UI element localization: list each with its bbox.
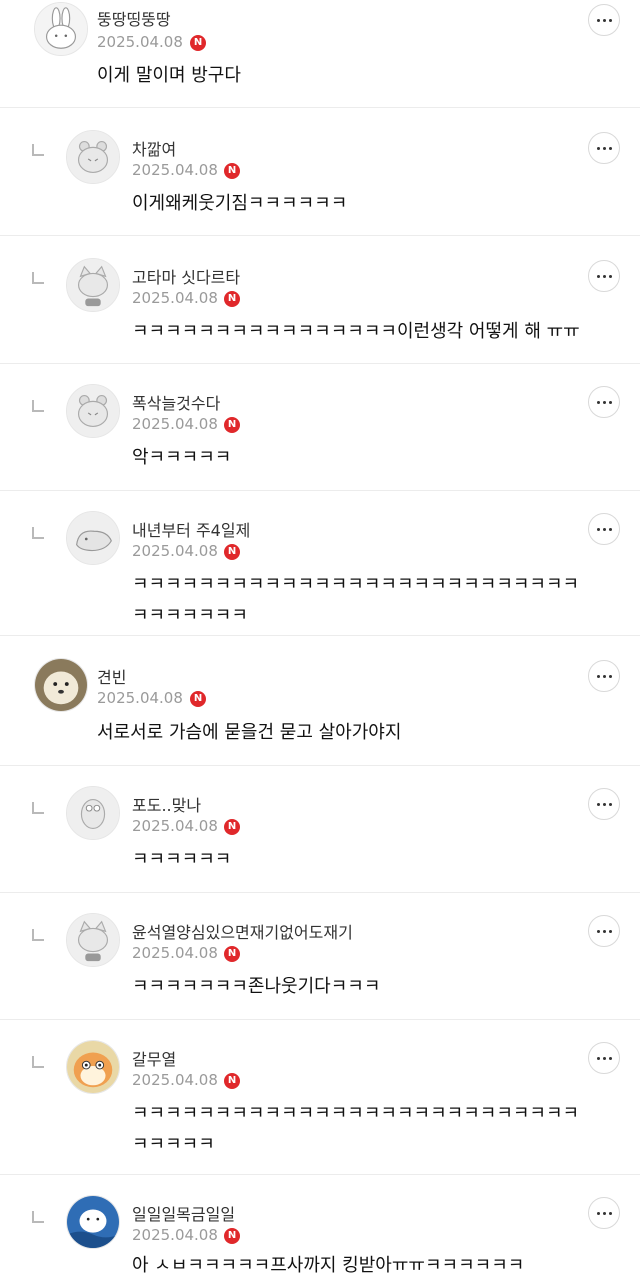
comment-nickname[interactable]: 견빈 — [97, 664, 126, 688]
more-options-button[interactable] — [588, 386, 620, 418]
dog-photo-avatar-icon[interactable] — [34, 658, 88, 712]
more-options-button[interactable] — [588, 260, 620, 292]
comment-text: 이게왜케웃기짐ㅋㅋㅋㅋㅋㅋ — [132, 193, 348, 214]
comment-date: 2025.04.08 — [132, 415, 218, 433]
comment-date: 2025.04.08 — [132, 161, 218, 179]
bunny-avatar-icon[interactable] — [34, 2, 88, 56]
comment-date: 2025.04.08 — [132, 542, 218, 560]
comment-nickname[interactable]: 포도..맞나 — [132, 792, 201, 816]
comment-nickname[interactable]: 폭삭늘것수다 — [132, 390, 220, 414]
default-cat-avatar-icon[interactable] — [66, 913, 120, 967]
comment-item: 차깖여 2025.04.08 N 이게왜케웃기짐ㅋㅋㅋㅋㅋㅋ — [0, 108, 640, 236]
comment-text: 서로서로 가슴에 묻을건 묻고 살아가야지 — [97, 722, 402, 743]
comment-nickname[interactable]: 윤석열양심있으면재기없어도재기 — [132, 919, 353, 943]
comment-text: ㅋㅋㅋㅋㅋㅋㅋ존나웃기다ㅋㅋㅋ — [132, 976, 381, 997]
comment-nickname[interactable]: 뚱땅띵뚱땅 — [97, 6, 171, 30]
more-options-button[interactable] — [588, 660, 620, 692]
reply-indicator-icon — [32, 272, 44, 284]
reply-indicator-icon — [32, 1056, 44, 1068]
comment-item: 갈무열 2025.04.08 N ㅋㅋㅋㅋㅋㅋㅋㅋㅋㅋㅋㅋㅋㅋㅋㅋㅋㅋㅋㅋㅋㅋㅋ… — [0, 1020, 640, 1175]
comment-nickname[interactable]: 갈무열 — [132, 1046, 176, 1070]
new-badge: N — [224, 291, 240, 307]
new-badge: N — [224, 544, 240, 560]
comment-text: 악ㅋㅋㅋㅋㅋ — [132, 447, 232, 468]
comment-text: ㅋㅋㅋㅋㅋㅋㅋㅋㅋㅋㅋㅋㅋㅋㅋㅋㅋㅋㅋㅋㅋㅋㅋㅋㅋㅋㅋㅋㅋㅋㅋㅋㅋㅋ — [132, 574, 580, 626]
reply-indicator-icon — [32, 400, 44, 412]
new-badge: N — [224, 819, 240, 835]
comment-item: 뚱땅띵뚱땅 2025.04.08 N 이게 말이며 방구다 — [0, 0, 640, 108]
new-badge: N — [224, 163, 240, 179]
reply-indicator-icon — [32, 802, 44, 814]
more-options-button[interactable] — [588, 915, 620, 947]
reply-indicator-icon — [32, 1211, 44, 1223]
comment-item: 일일일목금일일 2025.04.08 N 아 ㅅㅂㅋㅋㅋㅋㅋ프사까지 킹받아ㅠㅠ… — [0, 1175, 640, 1280]
comment-text: ㅋㅋㅋㅋㅋㅋㅋㅋㅋㅋㅋㅋㅋㅋㅋㅋㅋㅋㅋㅋㅋㅋㅋㅋㅋㅋㅋㅋㅋㅋㅋㅋ — [132, 1103, 580, 1155]
default-bear-avatar-icon[interactable] — [66, 384, 120, 438]
reply-indicator-icon — [32, 144, 44, 156]
reply-indicator-icon — [32, 527, 44, 539]
comment-text: 이게 말이며 방구다 — [97, 65, 241, 86]
comment-nickname[interactable]: 내년부터 주4일제 — [132, 517, 250, 541]
comment-item: 고타마 싯다르타 2025.04.08 N ㅋㅋㅋㅋㅋㅋㅋㅋㅋㅋㅋㅋㅋㅋㅋㅋ이런… — [0, 236, 640, 364]
default-bear-avatar-icon[interactable] — [66, 130, 120, 184]
comment-date: 2025.04.08 — [132, 944, 218, 962]
comment-item: 포도..맞나 2025.04.08 N ㅋㅋㅋㅋㅋㅋ — [0, 766, 640, 893]
new-badge: N — [224, 1073, 240, 1089]
default-seal-avatar-icon[interactable] — [66, 511, 120, 565]
comment-item: 견빈 2025.04.08 N 서로서로 가슴에 묻을건 묻고 살아가야지 — [0, 636, 640, 766]
more-options-button[interactable] — [588, 132, 620, 164]
comment-text: ㅋㅋㅋㅋㅋㅋ — [132, 849, 232, 870]
more-options-button[interactable] — [588, 1042, 620, 1074]
comment-nickname[interactable]: 차깖여 — [132, 136, 176, 160]
default-bird-avatar-icon[interactable] — [66, 786, 120, 840]
comment-item: 내년부터 주4일제 2025.04.08 N ㅋㅋㅋㅋㅋㅋㅋㅋㅋㅋㅋㅋㅋㅋㅋㅋㅋ… — [0, 491, 640, 636]
comment-date: 2025.04.08 — [97, 33, 183, 51]
comment-list: 뚱땅띵뚱땅 2025.04.08 N 이게 말이며 방구다 차깖여 2025.0… — [0, 0, 640, 1280]
comment-date: 2025.04.08 — [132, 289, 218, 307]
new-badge: N — [190, 691, 206, 707]
seal-blue-avatar-icon[interactable] — [66, 1195, 120, 1249]
more-options-button[interactable] — [588, 1197, 620, 1229]
comment-text: 아 ㅅㅂㅋㅋㅋㅋㅋ프사까지 킹받아ㅠㅠㅋㅋㅋㅋㅋㅋ — [132, 1255, 525, 1276]
new-badge: N — [190, 35, 206, 51]
comment-nickname[interactable]: 일일일목금일일 — [132, 1201, 235, 1225]
comment-date: 2025.04.08 — [132, 817, 218, 835]
new-badge: N — [224, 946, 240, 962]
comment-date: 2025.04.08 — [97, 689, 183, 707]
new-badge: N — [224, 417, 240, 433]
reply-indicator-icon — [32, 929, 44, 941]
new-badge: N — [224, 1228, 240, 1244]
comment-date: 2025.04.08 — [132, 1071, 218, 1089]
hamster-avatar-icon[interactable] — [66, 1040, 120, 1094]
more-options-button[interactable] — [588, 4, 620, 36]
comment-nickname[interactable]: 고타마 싯다르타 — [132, 264, 240, 288]
more-options-button[interactable] — [588, 788, 620, 820]
comment-item: 폭삭늘것수다 2025.04.08 N 악ㅋㅋㅋㅋㅋ — [0, 364, 640, 491]
comment-date: 2025.04.08 — [132, 1226, 218, 1244]
comment-text: ㅋㅋㅋㅋㅋㅋㅋㅋㅋㅋㅋㅋㅋㅋㅋㅋ이런생각 어떻게 해 ㅠㅠ — [132, 321, 580, 342]
more-options-button[interactable] — [588, 513, 620, 545]
default-cat-avatar-icon[interactable] — [66, 258, 120, 312]
comment-item: 윤석열양심있으면재기없어도재기 2025.04.08 N ㅋㅋㅋㅋㅋㅋㅋ존나웃기… — [0, 893, 640, 1020]
